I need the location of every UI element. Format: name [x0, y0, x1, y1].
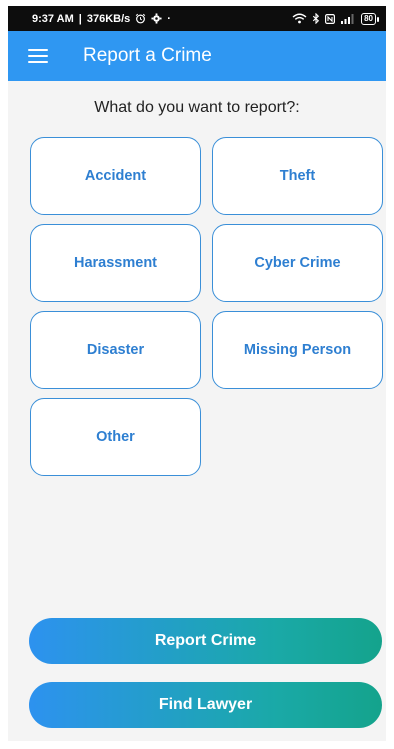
category-theft-button[interactable]: Theft [212, 137, 383, 215]
category-other-button[interactable]: Other [30, 398, 201, 476]
category-accident-button[interactable]: Accident [30, 137, 201, 215]
app-bar: Report a Crime [8, 31, 386, 81]
status-time: 9:37 AM [32, 12, 74, 25]
signal-icon [340, 13, 356, 24]
battery-icon: 80 [361, 12, 379, 25]
status-dot: · [167, 12, 171, 25]
nfc-icon [325, 13, 336, 24]
main-content: What do you want to report?: Accident Th… [8, 81, 386, 741]
status-bar: 9:37 AM | 376KB/s · 80 [8, 6, 386, 31]
wifi-icon [292, 13, 307, 24]
gear-icon [151, 13, 162, 24]
status-left: 9:37 AM | 376KB/s · [32, 13, 171, 25]
network-speed: 376KB/s [86, 12, 131, 25]
category-missing-person-button[interactable]: Missing Person [212, 311, 383, 389]
category-grid: Accident Theft Harassment Cyber Crime Di… [30, 137, 383, 476]
menu-icon[interactable] [28, 49, 48, 63]
category-harassment-button[interactable]: Harassment [30, 224, 201, 302]
status-right: 80 [292, 12, 379, 25]
category-cyber-crime-button[interactable]: Cyber Crime [212, 224, 383, 302]
report-crime-button[interactable]: Report Crime [29, 618, 382, 664]
bluetooth-icon [312, 13, 320, 24]
status-separator: | [78, 12, 82, 25]
category-disaster-button[interactable]: Disaster [30, 311, 201, 389]
page-title: Report a Crime [83, 45, 212, 66]
find-lawyer-button[interactable]: Find Lawyer [29, 682, 382, 728]
report-question: What do you want to report?: [94, 99, 300, 116]
alarm-icon [135, 13, 146, 24]
